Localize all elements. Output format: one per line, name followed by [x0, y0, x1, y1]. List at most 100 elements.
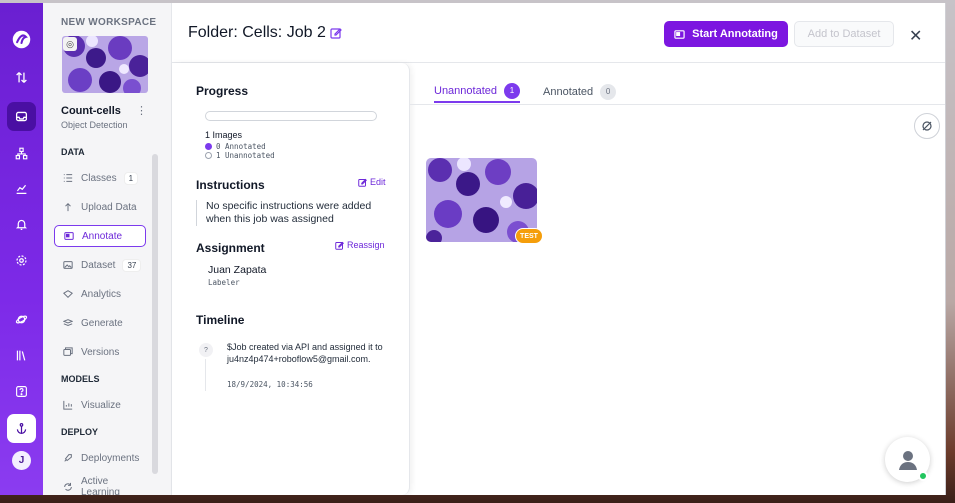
edit-label: Edit — [370, 177, 386, 187]
unannotated-count: 1 Unannotated — [216, 151, 275, 160]
timeline-event-time: 18/9/2024, 10:34:56 — [227, 380, 313, 389]
library-icon[interactable] — [7, 341, 36, 370]
online-status-dot — [918, 471, 928, 481]
universe-icon[interactable] — [7, 305, 36, 334]
rocket-icon — [64, 454, 72, 462]
transfer-icon[interactable] — [7, 63, 36, 92]
sidebar-item-label: Annotate — [82, 230, 123, 242]
sidebar-item-generate[interactable]: Generate — [54, 312, 146, 334]
edit-icon — [358, 178, 367, 187]
start-annotating-label: Start Annotating — [692, 28, 778, 40]
progress-heading: Progress — [196, 84, 249, 98]
bell-icon[interactable] — [7, 210, 36, 239]
roboflow-logo-icon[interactable] — [11, 29, 32, 50]
annotated-dot — [205, 143, 212, 150]
section-label-models: MODELS — [61, 374, 100, 384]
instructions-heading: Instructions — [196, 178, 265, 192]
edit-instructions-link[interactable]: Edit — [358, 177, 386, 187]
app-window: J NEW WORKSPACE ◎ Count-cells ⋮ Object D… — [0, 3, 946, 495]
instructions-text: No specific instructions were added when… — [196, 200, 386, 226]
monitoring-icon[interactable] — [7, 174, 36, 203]
page-header: Folder: Cells: Job 2 Start Annotating Ad… — [172, 3, 945, 63]
sidebar-item-upload-data[interactable]: Upload Data — [54, 196, 146, 218]
section-label-data: DATA — [61, 147, 85, 157]
sidebar-item-label: Versions — [81, 346, 120, 358]
sidebar-item-annotate[interactable]: Annotate — [54, 225, 146, 247]
assignee-name: Juan Zapata — [208, 264, 267, 276]
annotate-icon — [674, 29, 685, 39]
unannotated-count-pill: 1 — [504, 82, 520, 99]
workflow-icon[interactable] — [7, 139, 36, 168]
annotated-count-pill: 0 — [600, 83, 617, 100]
sidebar-item-dataset[interactable]: Dataset 37 — [54, 254, 146, 276]
loop-icon — [64, 482, 72, 491]
user-avatar[interactable]: J — [12, 451, 31, 470]
close-icon[interactable]: ✕ — [909, 26, 922, 46]
annotated-count: 0 Annotated — [216, 142, 266, 151]
tab-annotated[interactable]: Annotated 0 — [543, 80, 617, 103]
support-agent-icon — [898, 450, 917, 470]
project-type: Object Detection — [61, 120, 128, 130]
add-to-dataset-button[interactable]: Add to Dataset — [794, 21, 894, 47]
sidebar-item-label: Analytics — [81, 288, 122, 300]
sidebar-item-active-learning[interactable]: Active Learning — [54, 476, 146, 495]
analytics-icon — [63, 290, 73, 299]
timeline-heading: Timeline — [196, 313, 245, 327]
upload-icon — [65, 202, 71, 212]
eye-off-icon — [922, 121, 932, 131]
unannotated-dot — [205, 152, 212, 159]
tab-label: Annotated — [543, 85, 594, 98]
sidebar-item-analytics[interactable]: Analytics — [54, 283, 146, 305]
project-sidebar: NEW WORKSPACE ◎ Count-cells ⋮ Object Det… — [43, 3, 172, 495]
sidebar-item-label: Dataset — [81, 259, 116, 271]
timeline-event-marker: ? — [199, 343, 213, 357]
progress-bar — [205, 111, 377, 121]
sidebar-item-label: Deployments — [81, 452, 140, 464]
assignee-role: Labeler — [208, 278, 240, 287]
tab-unannotated[interactable]: Unannotated 1 — [434, 80, 520, 103]
sidebar-item-visualize[interactable]: Visualize — [54, 394, 146, 416]
reassign-label: Reassign — [347, 240, 385, 250]
sidebar-scrollbar[interactable] — [152, 154, 158, 474]
settings-gear-icon[interactable] — [7, 246, 36, 275]
sidebar-item-deployments[interactable]: Deployments — [54, 447, 146, 469]
tab-label: Unannotated — [434, 84, 497, 97]
hide-annotations-button[interactable] — [914, 113, 940, 139]
more-options-icon[interactable]: ⋮ — [136, 104, 147, 117]
annotated-legend: 0 Annotated — [205, 142, 266, 151]
sidebar-item-label: Classes — [81, 172, 117, 184]
tabs-divider — [410, 104, 945, 105]
timeline-line — [205, 359, 206, 391]
help-icon[interactable] — [7, 377, 36, 406]
assignment-heading: Assignment — [196, 241, 265, 255]
sidebar-item-label: Active Learning — [81, 476, 120, 495]
start-annotating-button[interactable]: Start Annotating — [664, 21, 788, 47]
generate-icon — [63, 319, 73, 327]
sidebar-item-label: Visualize — [81, 399, 121, 411]
anchor-icon[interactable] — [7, 414, 36, 443]
versions-icon — [63, 347, 73, 356]
test-split-badge: TEST — [515, 228, 543, 244]
reassign-link[interactable]: Reassign — [335, 240, 385, 250]
icon-rail: J — [0, 3, 43, 495]
sidebar-item-classes[interactable]: Classes 1 — [54, 167, 146, 189]
inbox-icon[interactable] — [7, 102, 36, 131]
chart-icon — [63, 400, 73, 410]
timeline-event-text: $Job created via API and assigned it to … — [227, 342, 383, 364]
image-icon — [63, 261, 73, 269]
classes-count-badge: 1 — [123, 171, 139, 185]
sidebar-item-label: Generate — [81, 317, 123, 329]
globe-icon[interactable]: ◎ — [63, 37, 77, 51]
section-label-deploy: DEPLOY — [61, 427, 99, 437]
sidebar-item-label: Upload Data — [81, 201, 137, 213]
project-name: Count-cells — [61, 105, 121, 117]
unannotated-legend: 1 Unannotated — [205, 151, 275, 160]
edit-icon — [335, 241, 344, 250]
list-icon — [63, 174, 73, 182]
page-title: Folder: Cells: Job 2 — [188, 24, 326, 41]
edit-title-icon[interactable] — [330, 27, 342, 39]
sidebar-item-versions[interactable]: Versions — [54, 341, 146, 363]
annotate-icon — [64, 232, 74, 240]
images-count: 1 Images — [205, 130, 243, 140]
job-details-panel: Progress 1 Images 0 Annotated 1 Unannota… — [172, 63, 410, 495]
